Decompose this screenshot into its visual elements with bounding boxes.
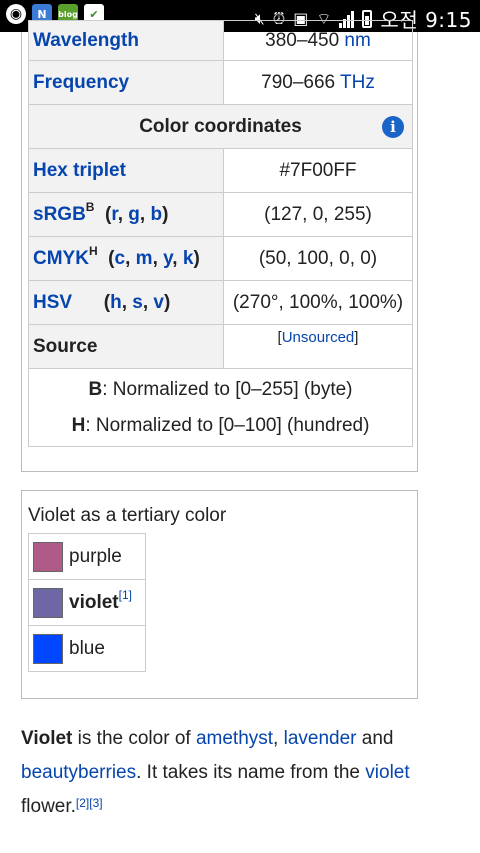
intro-paragraph: Violet is the color of amethyst, lavende… xyxy=(21,722,461,824)
amethyst-link[interactable]: amethyst xyxy=(196,728,273,749)
cmyk-c-link[interactable]: c xyxy=(115,248,126,269)
lavender-link[interactable]: lavender xyxy=(284,728,357,749)
table-row: Source [Unsourced] xyxy=(28,324,413,369)
table-row: CMYKH (c, m, y, k) (50, 100, 0, 0) xyxy=(28,236,413,281)
source-label: Source xyxy=(28,324,224,369)
thz-link[interactable]: THz xyxy=(340,72,375,93)
srgb-link[interactable]: sRGB xyxy=(33,204,86,225)
table-row: blue xyxy=(28,625,146,672)
hsv-link[interactable]: HSV xyxy=(33,292,72,313)
hex-triplet-link[interactable]: Hex triplet xyxy=(33,160,126,181)
violet-swatch xyxy=(33,587,63,618)
table-row: purple xyxy=(28,533,146,580)
frequency-link[interactable]: Frequency xyxy=(33,72,129,93)
hsv-v-link[interactable]: v xyxy=(153,292,164,313)
tertiary-swatch-table: purple violet[1] blue xyxy=(28,533,146,672)
nm-link[interactable]: nm xyxy=(344,30,370,51)
wavelength-link[interactable]: Wavelength xyxy=(33,30,139,51)
violet-term: Violet xyxy=(21,728,73,749)
frequency-value: 790–666 xyxy=(261,71,336,93)
normalization-notes: B: Normalized to [0–255] (byte) H: Norma… xyxy=(28,368,413,447)
hex-value: #7F00FF xyxy=(223,148,413,193)
para-text: . It takes its name from the xyxy=(136,762,366,783)
cmyk-footnote-mark: H xyxy=(88,243,98,258)
unsourced-link[interactable]: Unsourced xyxy=(282,329,355,346)
srgb-value: (127, 0, 255) xyxy=(223,192,413,237)
hsv-value: (270°, 100%, 100%) xyxy=(223,280,413,325)
table-row: Frequency 790–666 THz xyxy=(28,60,413,105)
purple-label: purple xyxy=(69,545,122,567)
navigation-icon: ◉ xyxy=(6,4,26,24)
para-text: and xyxy=(356,728,394,749)
para-text: flower. xyxy=(21,796,76,817)
beautyberries-link[interactable]: beautyberries xyxy=(21,762,136,783)
tertiary-title: Violet as a tertiary color xyxy=(28,505,227,526)
table-row: HSV (h, s, v) (270°, 100%, 100%) xyxy=(28,280,413,325)
violet-ref-link[interactable]: [1] xyxy=(119,588,132,602)
para-text: is the color of xyxy=(72,728,196,749)
color-coordinates-header: Color coordinates xyxy=(139,115,302,137)
wavelength-value: 380–450 xyxy=(265,29,340,51)
purple-swatch xyxy=(33,541,63,572)
info-icon[interactable]: i xyxy=(382,115,404,138)
table-row: Wavelength 380–450 nm xyxy=(28,20,413,61)
tertiary-color-box: Violet as a tertiary color purple violet… xyxy=(21,490,418,699)
table-row: Color coordinates i xyxy=(28,104,413,149)
table-row: violet[1] xyxy=(28,579,146,626)
hsv-h-link[interactable]: h xyxy=(110,292,122,313)
cmyk-k-link[interactable]: k xyxy=(183,248,194,269)
srgb-footnote-mark: B xyxy=(85,199,95,214)
blue-label: blue xyxy=(69,637,105,659)
para-text: , xyxy=(273,728,284,749)
color-specs-table: Wavelength 380–450 nm Frequency 790–666 … xyxy=(28,20,413,447)
note-h-text: : Normalized to [0–100] (hundred) xyxy=(85,414,370,436)
hsv-s-link[interactable]: s xyxy=(132,292,143,313)
table-row: Hex triplet #7F00FF xyxy=(28,148,413,193)
srgb-b-link[interactable]: b xyxy=(150,204,162,225)
table-row: B: Normalized to [0–255] (byte) H: Norma… xyxy=(28,368,413,447)
blue-swatch xyxy=(33,633,63,664)
violet-label: violet xyxy=(69,591,119,613)
flower-refs-link[interactable]: [2][3] xyxy=(76,796,103,810)
table-row: sRGBB (r, g, b) (127, 0, 255) xyxy=(28,192,413,237)
violet-flower-link[interactable]: violet xyxy=(365,762,409,783)
note-h-key: H xyxy=(71,414,86,436)
color-infobox: Wavelength 380–450 nm Frequency 790–666 … xyxy=(21,20,418,472)
note-b-key: B xyxy=(88,378,103,400)
cmyk-m-link[interactable]: m xyxy=(136,248,153,269)
cmyk-y-link[interactable]: y xyxy=(163,248,172,269)
cmyk-link[interactable]: CMYK xyxy=(33,248,89,269)
srgb-g-link[interactable]: g xyxy=(128,204,140,225)
note-b-text: : Normalized to [0–255] (byte) xyxy=(102,378,353,400)
srgb-r-link[interactable]: r xyxy=(111,204,117,225)
cmyk-value: (50, 100, 0, 0) xyxy=(223,236,413,281)
